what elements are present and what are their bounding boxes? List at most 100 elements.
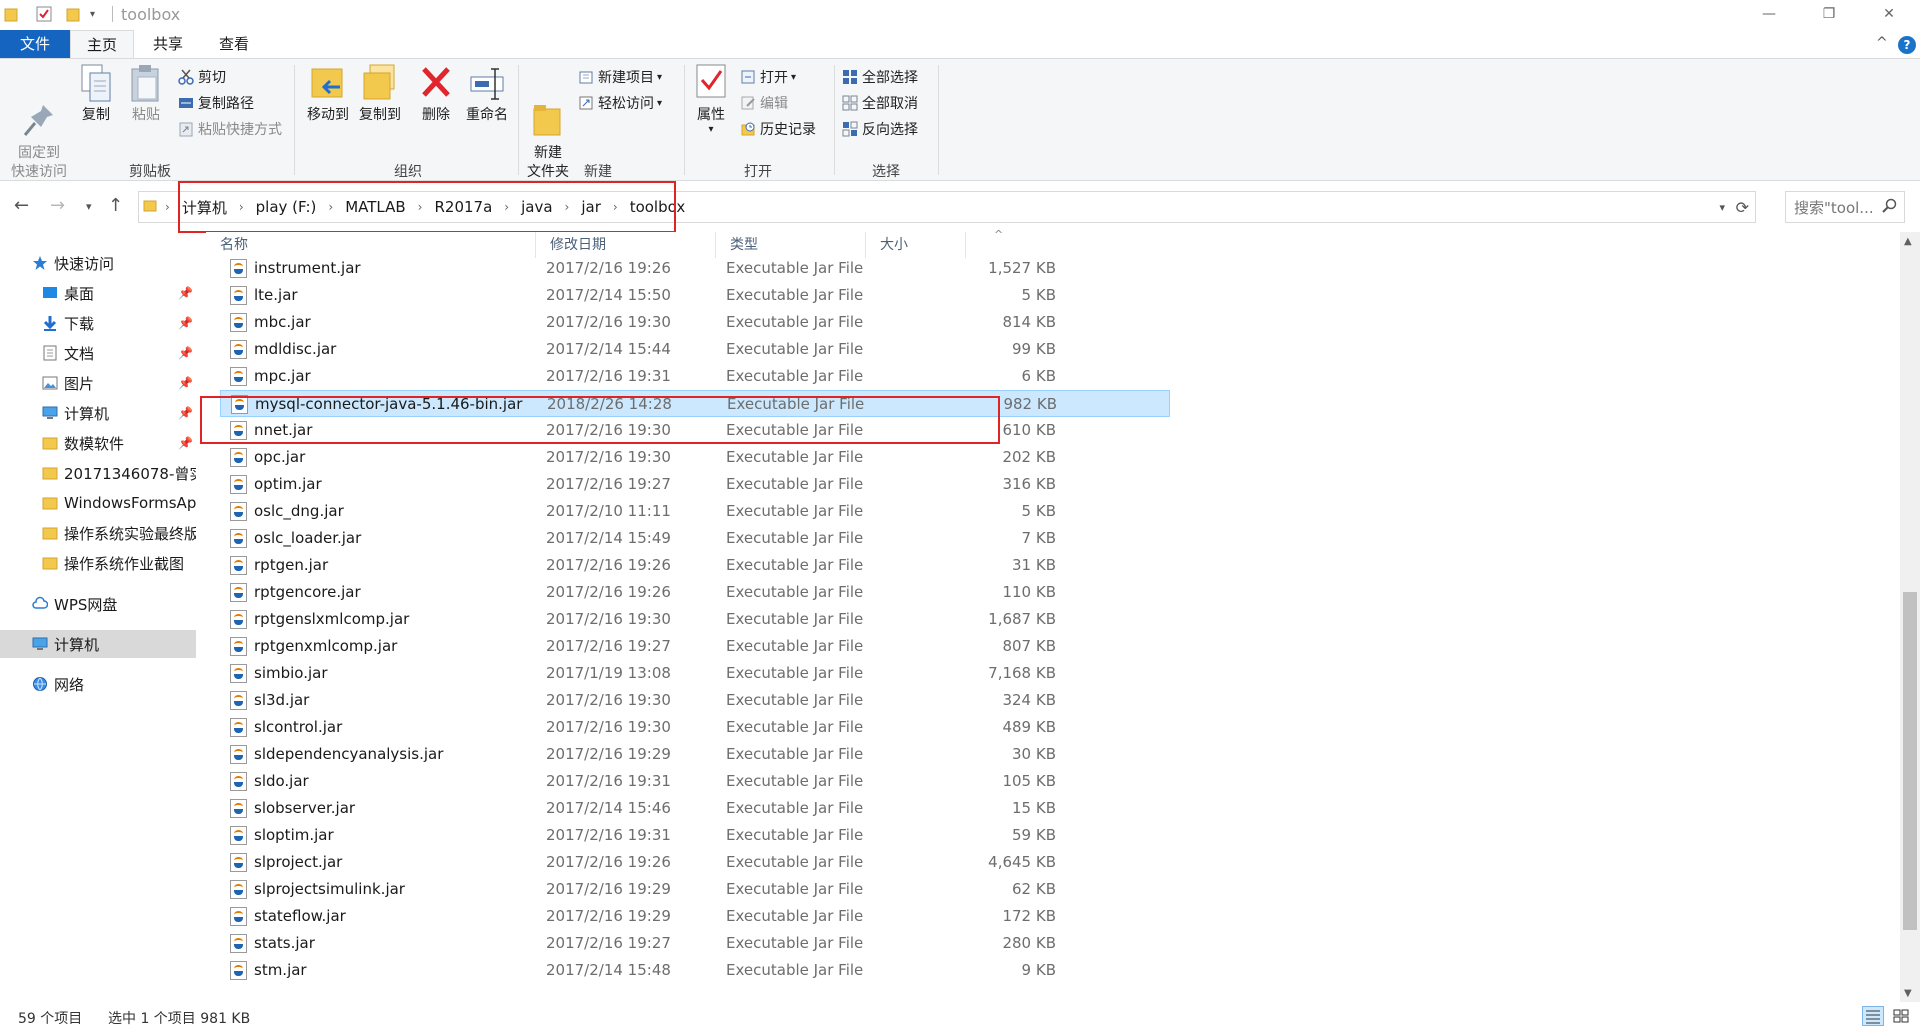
nav-item-folder[interactable]: 20171346078-曾实 <box>0 459 196 487</box>
column-header-type[interactable]: 类型 <box>716 232 866 258</box>
details-view-button[interactable] <box>1862 1006 1884 1026</box>
file-row[interactable]: lte.jar 2017/2/14 15:50 Executable Jar Fil… <box>220 282 1170 309</box>
breadcrumb-jar[interactable]: jar <box>575 198 607 216</box>
tab-file[interactable]: 文件 <box>0 30 70 58</box>
address-dropdown-icon[interactable]: ▾ <box>1719 201 1725 214</box>
file-row[interactable]: slprojectsimulink.jar 2017/2/16 19:29 Exec… <box>220 876 1170 903</box>
file-row[interactable]: sl3d.jar 2017/2/16 19:30 Executable Jar Fi… <box>220 687 1170 714</box>
select-none-button[interactable]: 全部取消 <box>842 92 918 114</box>
breadcrumb-toolbox[interactable]: toolbox <box>624 198 692 216</box>
breadcrumb-matlab[interactable]: MATLAB <box>339 198 411 216</box>
properties-button[interactable]: 属性 ▾ <box>690 63 732 135</box>
file-row[interactable]: sloptim.jar 2017/2/16 19:31 Executable Jar… <box>220 822 1170 849</box>
delete-button[interactable]: 删除 <box>414 63 458 125</box>
rename-button[interactable]: 重命名 <box>462 63 512 125</box>
file-row[interactable]: nnet.jar 2017/2/16 19:30 Executable Jar Fi… <box>220 417 1170 444</box>
help-icon[interactable]: ? <box>1898 36 1916 54</box>
minimize-button[interactable]: — <box>1746 0 1792 28</box>
breadcrumb-separator[interactable]: › <box>322 200 339 214</box>
tab-view[interactable]: 查看 <box>204 30 264 58</box>
copy-button[interactable]: 复制 <box>76 63 116 125</box>
nav-item-downloads[interactable]: 下载 📌 <box>0 309 196 337</box>
file-row[interactable]: rptgenslxmlcomp.jar 2017/2/16 19:30 Execut… <box>220 606 1170 633</box>
breadcrumb-separator[interactable]: › <box>159 200 176 214</box>
collapse-ribbon-button[interactable]: ^ <box>1876 35 1888 51</box>
nav-quick-access[interactable]: 快速访问 <box>0 249 196 277</box>
recent-locations-icon[interactable]: ▾ <box>86 200 92 213</box>
breadcrumb-r2017a[interactable]: R2017a <box>428 198 498 216</box>
customize-quick-access-icon[interactable]: ▾ <box>90 5 95 23</box>
breadcrumb-drive[interactable]: play (F:) <box>250 198 323 216</box>
file-row[interactable]: opc.jar 2017/2/16 19:30 Executable Jar Fil… <box>220 444 1170 471</box>
paste-button[interactable]: 粘贴 <box>126 63 166 125</box>
forward-arrow-icon[interactable]: → <box>50 195 65 216</box>
nav-item-folder[interactable]: 数模软件 📌 <box>0 429 196 457</box>
nav-item-computer-pinned[interactable]: 计算机 📌 <box>0 399 196 427</box>
file-row[interactable]: rptgencore.jar 2017/2/16 19:26 Executable … <box>220 579 1170 606</box>
move-to-button[interactable]: 移动到 <box>302 63 354 125</box>
nav-item-desktop[interactable]: 桌面 📌 <box>0 279 196 307</box>
open-button[interactable]: 打开 ▾ <box>740 66 796 88</box>
refresh-icon[interactable]: ⟳ <box>1736 198 1749 217</box>
file-row[interactable]: mbc.jar 2017/2/16 19:30 Executable Jar Fil… <box>220 309 1170 336</box>
breadcrumb-computer[interactable]: 计算机 <box>176 197 233 218</box>
breadcrumb-separator[interactable]: › <box>233 200 250 214</box>
breadcrumb-java[interactable]: java <box>515 198 558 216</box>
file-row[interactable]: mdldisc.jar 2017/2/14 15:44 Executable Jar… <box>220 336 1170 363</box>
nav-item-folder[interactable]: 操作系统实验最终版 <box>0 519 196 547</box>
select-all-button[interactable]: 全部选择 <box>842 66 918 88</box>
nav-item-pictures[interactable]: 图片 📌 <box>0 369 196 397</box>
column-header-size[interactable]: 大小 <box>866 232 966 258</box>
up-arrow-icon[interactable]: ↑ <box>108 195 123 216</box>
nav-item-folder[interactable]: 操作系统作业截图 <box>0 549 196 577</box>
file-row[interactable]: stm.jar 2017/2/14 15:48 Executable Jar Fil… <box>220 957 1170 984</box>
scroll-down-arrow-icon[interactable]: ▼ <box>1904 988 1912 999</box>
nav-computer[interactable]: 计算机 <box>0 630 196 658</box>
scrollbar-thumb[interactable] <box>1903 592 1917 930</box>
address-bar[interactable]: › 计算机 › play (F:) › MATLAB › R2017a › ja… <box>138 191 1756 223</box>
paste-shortcut-button[interactable]: 粘贴快捷方式 <box>178 118 282 140</box>
file-row[interactable]: oslc_dng.jar 2017/2/10 11:11 Executable Ja… <box>220 498 1170 525</box>
search-input[interactable]: 搜索"tool... <box>1785 191 1905 223</box>
file-row[interactable]: oslc_loader.jar 2017/2/14 15:49 Executable… <box>220 525 1170 552</box>
file-row[interactable]: slproject.jar 2017/2/16 19:26 Executable J… <box>220 849 1170 876</box>
file-row[interactable]: rptgenxmlcomp.jar 2017/2/16 19:27 Executab… <box>220 633 1170 660</box>
tab-share[interactable]: 共享 <box>138 30 198 58</box>
tab-home[interactable]: 主页 <box>70 30 134 58</box>
pin-to-quick-access-button[interactable]: 固定到 快速访问 <box>8 63 70 182</box>
column-header-date[interactable]: 修改日期 <box>536 232 716 258</box>
file-row[interactable]: slobserver.jar 2017/2/14 15:46 Executable … <box>220 795 1170 822</box>
edit-button[interactable]: 编辑 <box>740 92 788 114</box>
maximize-button[interactable]: ❐ <box>1806 0 1852 28</box>
easy-access-button[interactable]: 轻松访问 ▾ <box>578 92 662 114</box>
vertical-scrollbar[interactable]: ▲ ▼ <box>1900 232 1920 1002</box>
column-header-name[interactable]: 名称 <box>206 232 536 258</box>
file-row[interactable]: stateflow.jar 2017/2/16 19:29 Executable J… <box>220 903 1170 930</box>
file-row[interactable]: optim.jar 2017/2/16 19:27 Executable Jar F… <box>220 471 1170 498</box>
invert-selection-button[interactable]: 反向选择 <box>842 118 918 140</box>
file-row[interactable]: simbio.jar 2017/1/19 13:08 Executable Jar … <box>220 660 1170 687</box>
properties-quick-icon[interactable] <box>36 5 52 23</box>
file-row[interactable]: mpc.jar 2017/2/16 19:31 Executable Jar Fil… <box>220 363 1170 390</box>
new-item-button[interactable]: 新建项目 ▾ <box>578 66 662 88</box>
copy-path-button[interactable]: 复制路径 <box>178 92 254 114</box>
nav-network[interactable]: 网络 <box>0 670 196 698</box>
file-row[interactable]: slcontrol.jar 2017/2/16 19:30 Executable J… <box>220 714 1170 741</box>
file-row[interactable]: stats.jar 2017/2/16 19:27 Executable Jar F… <box>220 930 1170 957</box>
new-folder-quick-icon[interactable] <box>66 5 80 23</box>
file-list[interactable]: imaq.jar2017/2/16 19:26Executable Jar Fi… <box>206 232 1896 1002</box>
back-arrow-icon[interactable]: ← <box>14 195 29 216</box>
file-row[interactable]: sldo.jar 2017/2/16 19:31 Executable Jar Fi… <box>220 768 1170 795</box>
file-row[interactable]: rptgen.jar 2017/2/16 19:26 Executable Jar … <box>220 552 1170 579</box>
breadcrumb-separator[interactable]: › <box>498 200 515 214</box>
large-icons-view-button[interactable] <box>1890 1006 1912 1026</box>
cut-button[interactable]: 剪切 <box>178 66 226 88</box>
breadcrumb-separator[interactable]: › <box>559 200 576 214</box>
file-row[interactable]: mysql-connector-java-5.1.46-bin.jar 2018/… <box>220 390 1170 417</box>
close-button[interactable]: ✕ <box>1866 0 1912 28</box>
breadcrumb-separator[interactable]: › <box>607 200 624 214</box>
nav-wps-drive[interactable]: WPS网盘 <box>0 590 196 618</box>
breadcrumb-separator[interactable]: › <box>412 200 429 214</box>
copy-to-button[interactable]: 复制到 <box>354 63 406 125</box>
scroll-up-arrow-icon[interactable]: ▲ <box>1904 236 1912 247</box>
